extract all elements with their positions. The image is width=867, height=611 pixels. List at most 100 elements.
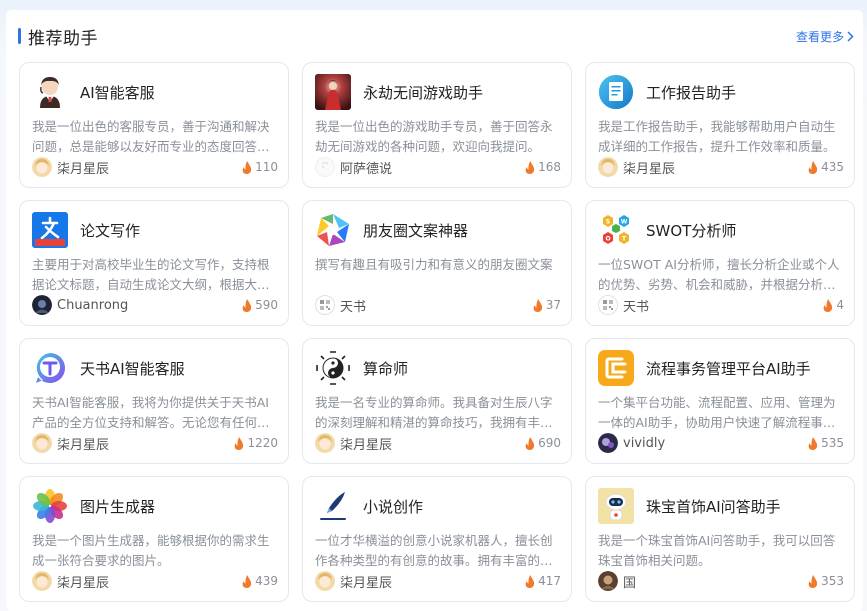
card-title: 小说创作 <box>363 497 424 516</box>
card-title: 图片生成器 <box>80 497 156 516</box>
card-author: 阿萨德说 <box>315 157 392 177</box>
assistant-grid: AI智能客服 我是一位出色的客服专员，善于沟通和解决问题，总是能够以友好而专业的… <box>19 62 855 602</box>
card-title: 天书AI智能客服 <box>80 359 185 378</box>
author-name: 柒月星辰 <box>57 161 110 177</box>
card-author: 柒月星辰 <box>598 157 675 177</box>
card-title: 珠宝首饰AI问答助手 <box>646 497 781 516</box>
card-description: 我是一位出色的游戏助手专员，善于回答永劫无间游戏的各种问题，欢迎向我提问。 <box>315 119 553 154</box>
flame-icon <box>808 574 818 588</box>
photos-flower-icon <box>32 488 68 524</box>
card-description: 我是一位出色的客服专员，善于沟通和解决问题，总是能够以友好而专业的态度回答用户的… <box>32 119 270 154</box>
card-author: vividly <box>598 433 665 453</box>
card-footer: vividly 535 <box>598 432 844 454</box>
assistant-card[interactable]: 朋友圈文案神器 撰写有趣且有吸引力和有意义的朋友圈文案 天书 37 <box>302 200 572 326</box>
flame-icon <box>824 298 833 312</box>
author-name: 国 <box>623 575 637 591</box>
flame-icon <box>235 436 244 450</box>
aperture-icon <box>315 212 351 248</box>
card-footer: Chuanrong 590 <box>32 294 278 316</box>
card-top: 天书AI智能客服 <box>32 350 276 386</box>
anime-girl-avatar-icon <box>598 157 618 177</box>
card-footer: 柒月星辰 417 <box>315 570 561 592</box>
card-description: 撰写有趣且有吸引力和有意义的朋友圈文案 <box>315 257 553 272</box>
usage-count: 690 <box>525 436 561 450</box>
anime-girl-avatar-icon <box>32 571 52 591</box>
card-top: 流程事务管理平台AI助手 <box>598 350 842 386</box>
assistant-card[interactable]: 珠宝首饰AI问答助手 我是一个珠宝首饰AI问答助手，我可以回答珠宝首饰相关问题。… <box>585 476 855 602</box>
assistant-card[interactable]: 天书AI智能客服 天书AI智能客服，我将为你提供关于天书AI产品的全方位支持和解… <box>19 338 289 464</box>
view-more-link[interactable]: 查看更多 <box>796 28 854 45</box>
anime-girl-avatar-icon <box>315 571 335 591</box>
card-description: 我是一名专业的算命师。我具备对生辰八字的深刻理解和精湛的算命技巧，我拥有丰富的经… <box>315 395 553 430</box>
default-avatar-icon <box>315 157 335 177</box>
card-top: 论文写作 <box>32 212 276 248</box>
assistant-card[interactable]: 永劫无间游戏助手 我是一位出色的游戏助手专员，善于回答永劫无间游戏的各种问题，欢… <box>302 62 572 188</box>
qr-avatar-icon <box>598 295 618 315</box>
author-name: 柒月星辰 <box>57 437 110 453</box>
card-footer: 柒月星辰 690 <box>315 432 561 454</box>
usage-count-value: 439 <box>255 574 278 588</box>
assistant-card[interactable]: 工作报告助手 我是工作报告助手，我能够帮助用户自动生成详细的工作报告，提升工作效… <box>585 62 855 188</box>
assistant-card[interactable]: 论文写作 主要用于对高校毕业生的论文写作，支持根据论文标题，自动生成论文大纲，根… <box>19 200 289 326</box>
assistant-card[interactable]: 算命师 我是一名专业的算命师。我具备对生辰八字的深刻理解和精湛的算命技巧，我拥有… <box>302 338 572 464</box>
usage-count: 1220 <box>234 436 278 450</box>
assistant-card[interactable]: SWOT SWOT分析师 一位SWOT AI分析师，擅长分析企业或个人的优势、劣… <box>585 200 855 326</box>
section-title: 推荐助手 <box>28 28 98 49</box>
flame-icon <box>808 160 818 174</box>
flame-icon <box>525 160 535 174</box>
usage-count: 4 <box>823 298 844 312</box>
assistant-card[interactable]: 流程事务管理平台AI助手 一个集平台功能、流程配置、应用、管理为一体的AI助手，… <box>585 338 855 464</box>
brown-avatar-icon <box>598 571 618 591</box>
usage-count: 110 <box>242 160 278 174</box>
tianshu-chat-icon <box>32 350 68 386</box>
assistant-card[interactable]: AI智能客服 我是一位出色的客服专员，善于沟通和解决问题，总是能够以友好而专业的… <box>19 62 289 188</box>
dark-avatar-icon <box>32 295 52 315</box>
section-title-wrap: 推荐助手 <box>18 24 98 49</box>
card-author: 柒月星辰 <box>32 157 109 177</box>
card-title: 工作报告助手 <box>646 83 737 102</box>
card-title: SWOT分析师 <box>646 221 737 240</box>
yin-yang-icon <box>315 350 351 386</box>
workflow-icon <box>598 350 634 386</box>
card-top: SWOT SWOT分析师 <box>598 212 842 248</box>
usage-count-value: 37 <box>545 298 561 312</box>
author-name: 柒月星辰 <box>623 161 676 177</box>
card-description: 我是工作报告助手，我能够帮助用户自动生成详细的工作报告，提升工作效率和质量。 <box>598 119 836 154</box>
flame-icon <box>808 436 818 450</box>
flame-icon <box>242 574 252 588</box>
card-top: 算命师 <box>315 350 559 386</box>
flame-icon <box>525 436 535 450</box>
author-name: 天书 <box>340 299 367 315</box>
card-footer: 柒月星辰 435 <box>598 156 844 178</box>
card-description: 一位SWOT AI分析师，擅长分析企业或个人的优势、劣势、机会和威胁，并根据分析… <box>598 257 840 292</box>
card-title: 朋友圈文案神器 <box>363 221 469 240</box>
anime-girl-avatar-icon <box>32 157 52 177</box>
assistant-card[interactable]: 图片生成器 我是一个图片生成器，能够根据你的需求生成一张符合要求的图片。 柒月星… <box>19 476 289 602</box>
author-name: 柒月星辰 <box>57 575 110 591</box>
usage-count: 417 <box>525 574 561 588</box>
card-description: 一个集平台功能、流程配置、应用、管理为一体的AI助手，协助用户快速了解流程事务管… <box>598 395 836 430</box>
card-description: 天书AI智能客服，我将为你提供关于天书AI产品的全方位支持和解答。无论您有任何问… <box>32 395 270 430</box>
card-footer: 天书 4 <box>598 294 844 316</box>
anime-girl-avatar-icon <box>315 433 335 453</box>
author-name: vividly <box>623 435 666 451</box>
usage-count-value: 590 <box>255 298 278 312</box>
usage-count: 168 <box>525 160 561 174</box>
card-description: 我是一个珠宝首饰AI问答助手，我可以回答珠宝首饰相关问题。 <box>598 533 836 568</box>
flame-icon <box>533 298 542 312</box>
recommended-assistants-panel: 推荐助手 查看更多 AI智能客服 我是一位出色的客服专员，善于沟通和解决问题，总… <box>6 10 863 611</box>
game-character-avatar-icon <box>315 74 351 110</box>
card-author: 柒月星辰 <box>315 571 392 591</box>
report-document-icon <box>598 74 634 110</box>
card-footer: 阿萨德说 168 <box>315 156 561 178</box>
card-footer: 柒月星辰 439 <box>32 570 278 592</box>
usage-count: 535 <box>808 436 844 450</box>
svg-text:S: S <box>606 219 610 226</box>
view-more-label: 查看更多 <box>795 29 844 44</box>
assistant-card[interactable]: 小说创作 一位才华横溢的创意小说家机器人，擅长创作各种类型的有创意的故事。拥有丰… <box>302 476 572 602</box>
usage-count-value: 353 <box>821 574 844 588</box>
usage-count-value: 690 <box>538 436 561 450</box>
robot-icon <box>598 488 634 524</box>
card-top: 小说创作 <box>315 488 559 524</box>
card-title: 流程事务管理平台AI助手 <box>646 359 811 378</box>
